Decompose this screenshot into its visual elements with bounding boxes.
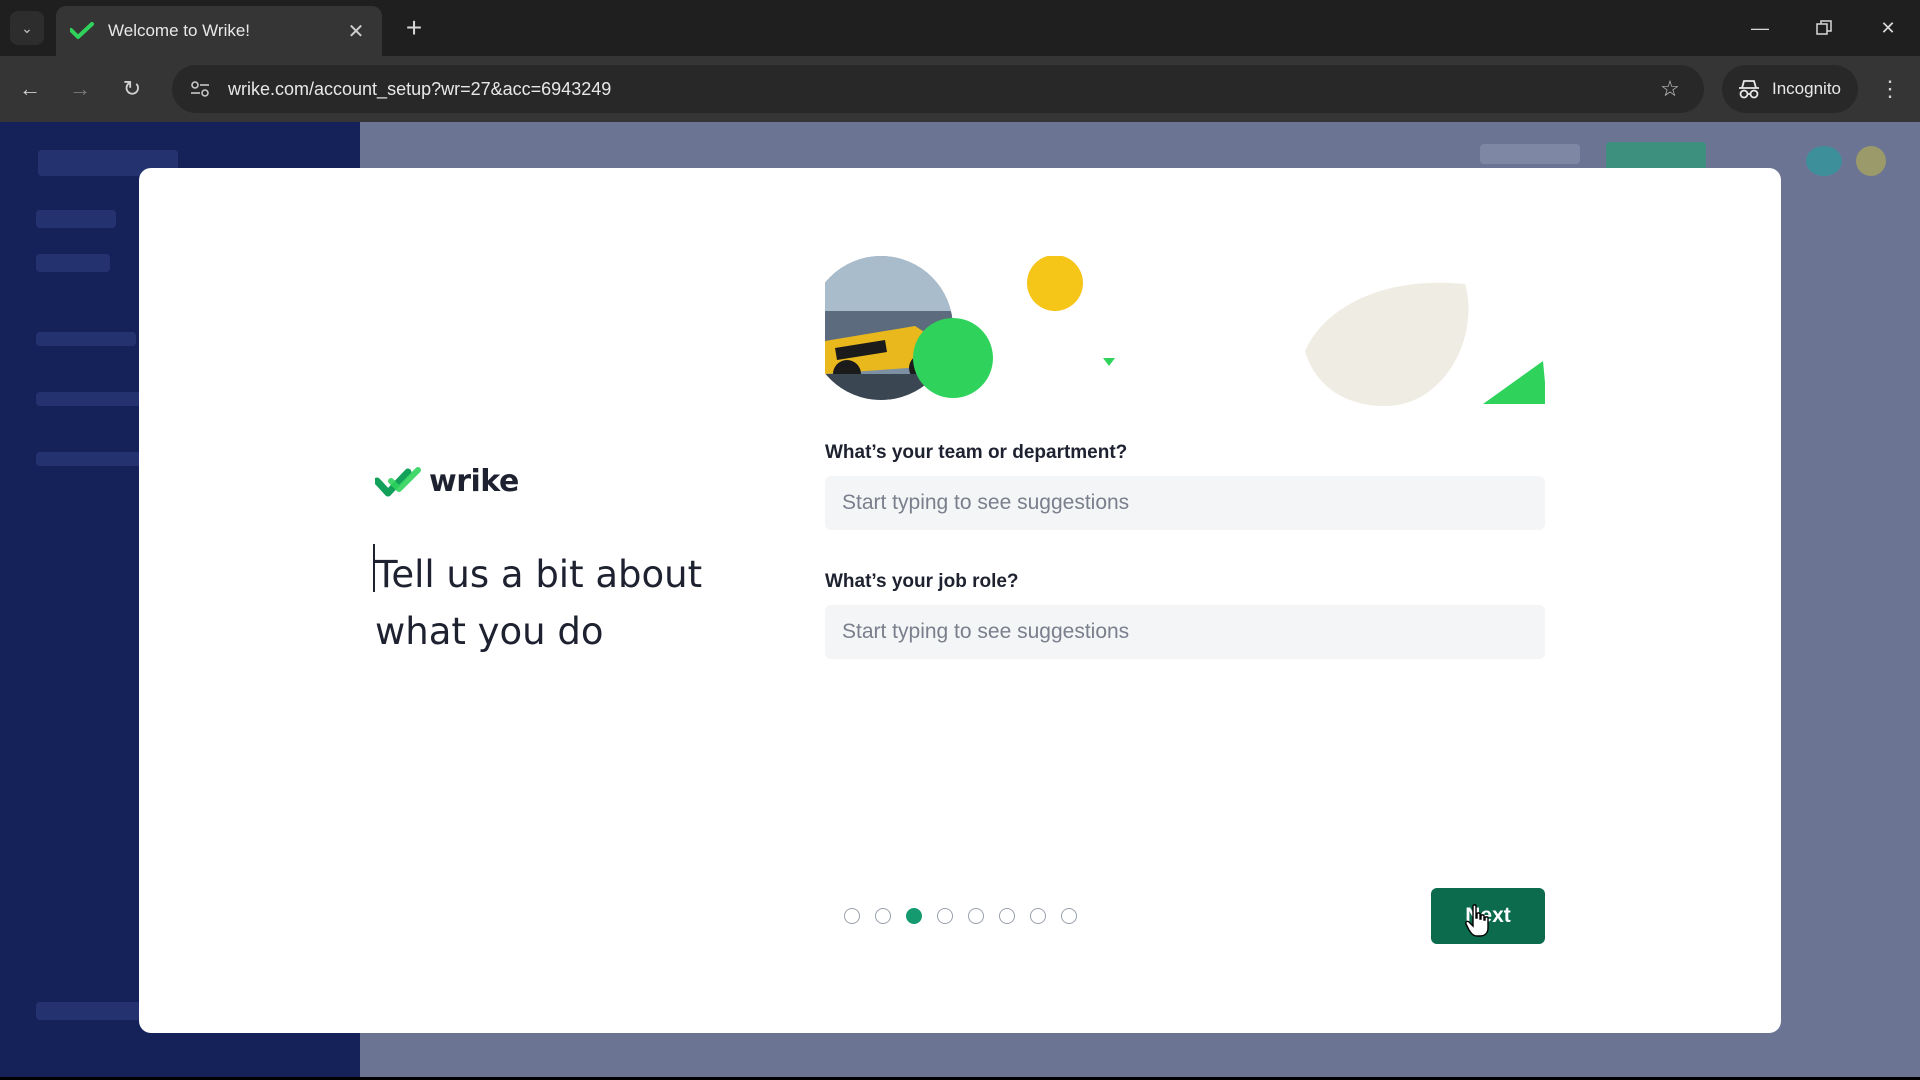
restore-icon[interactable]: [1792, 0, 1856, 56]
incognito-badge[interactable]: Incognito: [1722, 65, 1858, 113]
onboarding-modal: wrike Tell us a bit about what you do Wh…: [139, 168, 1781, 1033]
wrike-favicon-icon: [70, 22, 94, 39]
job-role-field-label: What’s your job role?: [825, 571, 1019, 592]
tab-search-icon[interactable]: ⌄: [10, 11, 44, 45]
wrike-logo: wrike: [375, 464, 519, 499]
forward-arrow-icon[interactable]: →: [60, 69, 100, 109]
browser-toolbar: ← → ↻ wrike.com/account_setup?wr=27&acc=…: [0, 56, 1920, 122]
plus-icon[interactable]: +: [396, 10, 432, 46]
progress-dot: [875, 908, 891, 924]
green-circle-shape: [913, 318, 993, 398]
decorative-illustration: [825, 256, 1545, 406]
progress-dot: [1030, 908, 1046, 924]
progress-dot: [1061, 908, 1077, 924]
kebab-menu-icon[interactable]: ⋮: [1872, 69, 1908, 109]
site-settings-icon[interactable]: [180, 69, 220, 109]
back-arrow-icon[interactable]: ←: [10, 69, 50, 109]
url-text[interactable]: wrike.com/account_setup?wr=27&acc=694324…: [228, 79, 1650, 100]
reload-icon[interactable]: ↻: [112, 69, 152, 109]
mouse-pointer-icon: [1465, 904, 1489, 937]
progress-dot: [937, 908, 953, 924]
wrike-logo-icon: [375, 466, 421, 496]
star-icon[interactable]: ☆: [1650, 76, 1690, 102]
progress-dot: [999, 908, 1015, 924]
close-icon[interactable]: ✕: [344, 19, 368, 44]
address-bar[interactable]: wrike.com/account_setup?wr=27&acc=694324…: [172, 65, 1704, 113]
team-field-label: What’s your team or department?: [825, 442, 1128, 463]
green-triangle-shape: [1483, 361, 1545, 404]
tab-title: Welcome to Wrike!: [108, 21, 251, 40]
page-title: Tell us a bit about what you do: [375, 553, 703, 653]
small-triangle-shape: [1103, 358, 1115, 366]
incognito-label: Incognito: [1772, 79, 1841, 98]
logo-text: wrike: [429, 464, 519, 499]
beige-leaf-shape: [1305, 282, 1469, 406]
minimize-icon[interactable]: —: [1728, 0, 1792, 56]
progress-dot: [844, 908, 860, 924]
team-department-input[interactable]: [825, 476, 1545, 530]
window-close-icon[interactable]: ✕: [1856, 0, 1920, 56]
job-role-input[interactable]: [825, 605, 1545, 659]
yellow-circle-shape: [1027, 256, 1083, 311]
incognito-icon: [1739, 80, 1759, 99]
browser-tab[interactable]: Welcome to Wrike! ✕: [56, 6, 382, 56]
progress-dot: [968, 908, 984, 924]
browser-tab-bar: ⌄ Welcome to Wrike! ✕ + — ✕: [0, 0, 1920, 56]
step-progress-indicator: [844, 908, 1077, 924]
progress-dot-current: [906, 908, 922, 924]
